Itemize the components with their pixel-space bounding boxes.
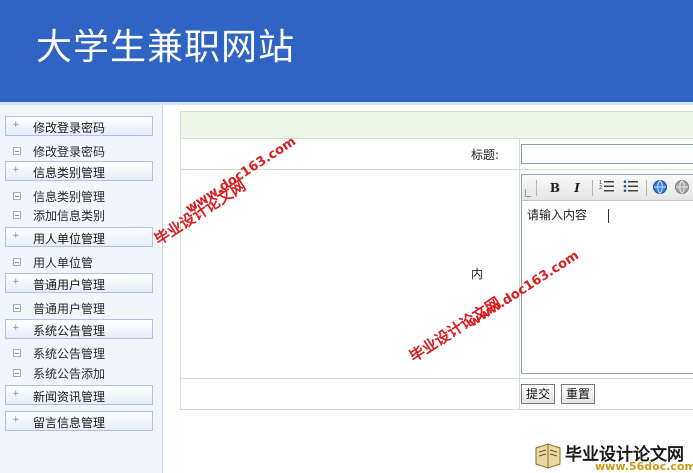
- tree-node-icon: [13, 369, 21, 377]
- sidebar-section-label: 普通用户管理: [33, 278, 106, 292]
- text-cursor-icon: [608, 209, 614, 223]
- ordered-list-icon[interactable]: 12: [598, 179, 616, 197]
- editor-content: 请输入内容: [527, 208, 588, 222]
- row-divider: [519, 170, 520, 378]
- tree-node-icon: [13, 192, 21, 200]
- toolbar-separator: [536, 180, 537, 196]
- section-bullet-icon: +: [12, 165, 20, 175]
- sidebar-section-employer[interactable]: + 用人单位管理: [5, 227, 153, 247]
- submit-button[interactable]: 提交: [521, 384, 556, 404]
- sidebar-item-label: 修改登录密码: [33, 145, 106, 159]
- row-divider: [519, 139, 520, 169]
- editor-toolbar: B I 12: [522, 175, 693, 201]
- sidebar-section-users[interactable]: + 普通用户管理: [5, 273, 153, 293]
- sidebar-item-label: 系统公告管理: [33, 347, 106, 361]
- italic-button[interactable]: I: [568, 179, 586, 197]
- site-badge: 毕业设计论文网 www.56doc.com: [533, 438, 693, 473]
- toolbar-grip-icon: [525, 189, 531, 197]
- unlink-globe-icon[interactable]: [673, 179, 691, 197]
- sidebar-section-label: 新闻资讯管理: [33, 390, 106, 404]
- sidebar-item-label: 信息类别管理: [33, 190, 106, 204]
- site-title: 大学生兼职网站: [36, 27, 296, 68]
- svg-text:2: 2: [599, 185, 602, 191]
- toolbar-separator: [646, 180, 647, 196]
- form-row-actions: [180, 379, 693, 410]
- form-header-bar: [180, 111, 693, 139]
- badge-url: www.56doc.com: [595, 460, 693, 473]
- sidebar-section-news[interactable]: + 新闻资讯管理: [5, 385, 153, 405]
- sidebar-section-label: 信息类别管理: [33, 166, 106, 180]
- sidebar-section-password[interactable]: + 修改登录密码: [5, 116, 153, 136]
- title-label: 标题:: [471, 148, 500, 162]
- tree-node-icon: [13, 349, 21, 357]
- toolbar-separator: [592, 180, 593, 196]
- tree-node-icon: [13, 211, 21, 219]
- bold-button[interactable]: B: [546, 179, 564, 197]
- sidebar-section-label: 系统公告管理: [33, 324, 106, 338]
- book-logo-icon: [533, 440, 563, 470]
- row-divider: [519, 379, 520, 409]
- sidebar-section-announcements[interactable]: + 系统公告管理: [5, 319, 153, 339]
- sidebar: + 修改登录密码 修改登录密码 + 信息类别管理 信息类别管理 添加信息类别 +…: [0, 105, 163, 473]
- sidebar-section-label: 用人单位管理: [33, 232, 106, 246]
- reset-button[interactable]: 重置: [561, 384, 596, 404]
- sidebar-item-label: 系统公告添加: [33, 367, 106, 381]
- sidebar-section-messages[interactable]: + 留言信息管理: [5, 411, 153, 431]
- sidebar-item-label: 添加信息类别: [33, 209, 106, 223]
- unordered-list-icon[interactable]: [622, 179, 640, 197]
- tree-node-icon: [13, 304, 21, 312]
- sidebar-section-info-category[interactable]: + 信息类别管理: [5, 161, 153, 181]
- title-input[interactable]: [521, 144, 693, 164]
- tree-node-icon: [13, 258, 21, 266]
- section-bullet-icon: +: [12, 277, 20, 287]
- section-bullet-icon: +: [12, 323, 20, 333]
- section-bullet-icon: +: [12, 120, 20, 130]
- sidebar-section-label: 留言信息管理: [33, 416, 106, 430]
- sidebar-item-label: 普通用户管理: [33, 302, 106, 316]
- link-globe-icon[interactable]: [651, 179, 669, 197]
- section-bullet-icon: +: [12, 415, 20, 425]
- content-label: 内: [471, 267, 484, 281]
- tree-node-icon: [13, 147, 21, 155]
- site-header: 大学生兼职网站: [0, 0, 693, 102]
- section-bullet-icon: +: [12, 231, 20, 241]
- sidebar-section-label: 修改登录密码: [33, 121, 106, 135]
- sidebar-item-label: 用人单位管: [33, 256, 94, 270]
- section-bullet-icon: +: [12, 389, 20, 399]
